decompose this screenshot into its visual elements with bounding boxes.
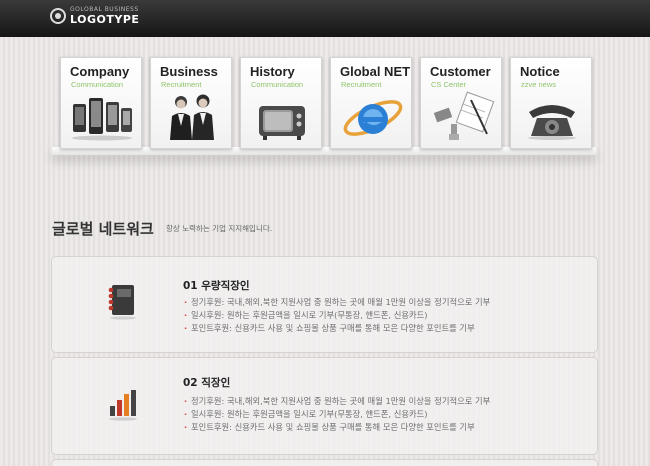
nav-card-title: Global NET <box>340 64 411 79</box>
section-title: 글로벌 네트워크 <box>52 220 154 238</box>
list-item: 정기후원: 국내,해외,북한 지원사업 중 원하는 곳에 매월 1만원 이상을 … <box>183 395 490 408</box>
nav-card-subtitle: zzve news <box>521 80 557 89</box>
panel-title: 02 직장인 <box>183 377 231 389</box>
nav-card-subtitle: Recruitment <box>341 80 382 89</box>
nav-card-subtitle: CS Center <box>431 80 467 89</box>
smartphones-icon <box>72 98 132 141</box>
telephone-icon <box>528 105 576 140</box>
panel-bullet-list: 정기후원: 국내,해외,북한 지원사업 중 원하는 곳에 매월 1만원 이상을 … <box>183 395 490 434</box>
list-item: 포인트후원: 신용카드 사용 및 쇼핑몰 상품 구매를 통해 모은 다양한 포인… <box>183 322 490 335</box>
nav-card-company[interactable]: Company Communication <box>60 57 142 149</box>
info-panel-1: 01 우량직장인 정기후원: 국내,해외,북한 지원사업 중 원하는 곳에 매월… <box>51 256 598 353</box>
nav-card-title: Company <box>70 64 130 79</box>
logo[interactable]: GOLOBAL BUSINESS LOGOTYPE <box>50 7 139 25</box>
office-supplies-icon <box>433 91 495 140</box>
nav-card-global-net[interactable]: Global NET Recruitment <box>330 57 412 149</box>
nav-card-subtitle: Communication <box>71 80 124 89</box>
list-item: 일시후원: 원하는 후원금액을 일시로 기부(무통장, 핸드폰, 신용카드) <box>183 408 490 421</box>
nav-card-notice[interactable]: Notice zzve news <box>510 57 592 149</box>
nav-card-customer[interactable]: Customer CS Center <box>420 57 502 149</box>
section-description: 항상 노력하는 기업 지지해입니다. <box>166 224 273 233</box>
nav-card-subtitle: Communication <box>251 80 304 89</box>
top-header-bar: GOLOBAL BUSINESS LOGOTYPE <box>0 0 650 37</box>
logo-mark-icon <box>50 8 66 24</box>
info-panel-3 <box>51 459 598 466</box>
nav-card-title: Notice <box>520 64 560 79</box>
bar-chart-icon <box>109 390 137 421</box>
business-people-icon <box>170 94 214 140</box>
list-item: 포인트후원: 신용카드 사용 및 쇼핑몰 상품 구매를 통해 모은 다양한 포인… <box>183 421 490 434</box>
notebook-icon <box>108 285 136 320</box>
logo-wordmark: LOGOTYPE <box>70 13 140 26</box>
info-panel-2: 02 직장인 정기후원: 국내,해외,북한 지원사업 중 원하는 곳에 매월 1… <box>51 357 598 455</box>
logo-text: GOLOBAL BUSINESS LOGOTYPE <box>70 7 140 26</box>
nav-card-subtitle: Recruitment <box>161 80 202 89</box>
nav-card-row: Company Communication Business Recruitme… <box>60 57 600 149</box>
panel-title: 01 우량직장인 <box>183 280 250 292</box>
panel-bullet-list: 정기후원: 국내,해외,북한 지원사업 중 원하는 곳에 매월 1만원 이상을 … <box>183 296 490 335</box>
internet-explorer-icon <box>343 100 403 136</box>
list-item: 일시후원: 원하는 후원금액을 일시로 기부(무통장, 핸드폰, 신용카드) <box>183 309 490 322</box>
nav-card-title: History <box>250 64 295 79</box>
retro-tv-icon <box>259 106 305 140</box>
nav-card-title: Business <box>160 64 218 79</box>
nav-card-business[interactable]: Business Recruitment <box>150 57 232 149</box>
list-item: 정기후원: 국내,해외,북한 지원사업 중 원하는 곳에 매월 1만원 이상을 … <box>183 296 490 309</box>
nav-card-title: Customer <box>430 64 491 79</box>
nav-card-history[interactable]: History Communication <box>240 57 322 149</box>
